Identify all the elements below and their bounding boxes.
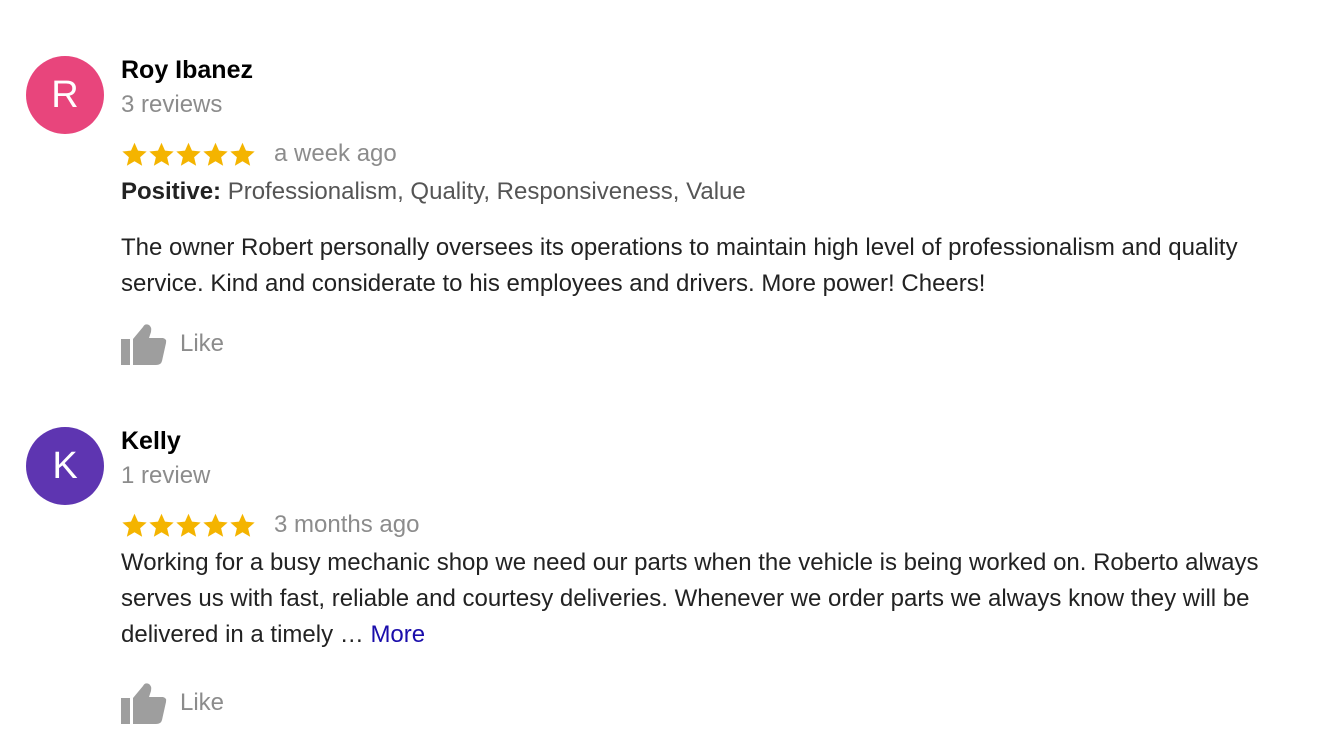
more-link[interactable]: More (370, 621, 425, 648)
thumbs-up-icon (121, 324, 167, 365)
positive-attributes: Positive: Professionalism, Quality, Resp… (121, 176, 1312, 208)
star-icon (176, 513, 201, 537)
star-icon (149, 142, 174, 166)
star-rating (121, 141, 256, 168)
star-icon (230, 142, 255, 166)
star-icon (203, 142, 228, 166)
positive-label: Positive: (121, 178, 222, 205)
review-count: 3 reviews (121, 91, 223, 118)
star-rating (121, 512, 256, 539)
review-text-content: Working for a busy mechanic shop we need… (121, 549, 1259, 648)
star-icon (122, 142, 147, 166)
review-text: Working for a busy mechanic shop we need… (121, 545, 1312, 653)
review-text: The owner Robert personally oversees its… (121, 234, 1238, 297)
like-button[interactable]: Like (121, 681, 1312, 725)
like-label: Like (180, 330, 225, 357)
avatar-initial: R (51, 73, 79, 116)
rating-row: a week ago (121, 138, 1312, 170)
reviewer-name[interactable]: Roy Ibanez (121, 55, 1312, 85)
star-icon (230, 513, 255, 537)
star-icon (122, 513, 147, 537)
avatar-initial: K (52, 444, 78, 487)
review-body: Roy Ibanez 3 reviews a week ago Positive… (121, 55, 1312, 366)
review-date: a week ago (274, 140, 397, 167)
avatar[interactable]: R (26, 56, 104, 134)
star-icon (176, 142, 201, 166)
review-body: Kelly 1 review 3 months ago Working for … (121, 426, 1312, 725)
like-button[interactable]: Like (121, 322, 1312, 366)
rating-row: 3 months ago (121, 509, 1312, 541)
review-count: 1 review (121, 462, 211, 489)
positive-items: Professionalism, Quality, Responsiveness… (227, 178, 746, 205)
review-date: 3 months ago (274, 511, 420, 538)
like-label: Like (180, 689, 225, 716)
reviewer-name[interactable]: Kelly (121, 426, 1312, 456)
star-icon (203, 513, 228, 537)
star-icon (149, 513, 174, 537)
avatar[interactable]: K (26, 427, 104, 505)
thumbs-up-icon (121, 683, 167, 724)
